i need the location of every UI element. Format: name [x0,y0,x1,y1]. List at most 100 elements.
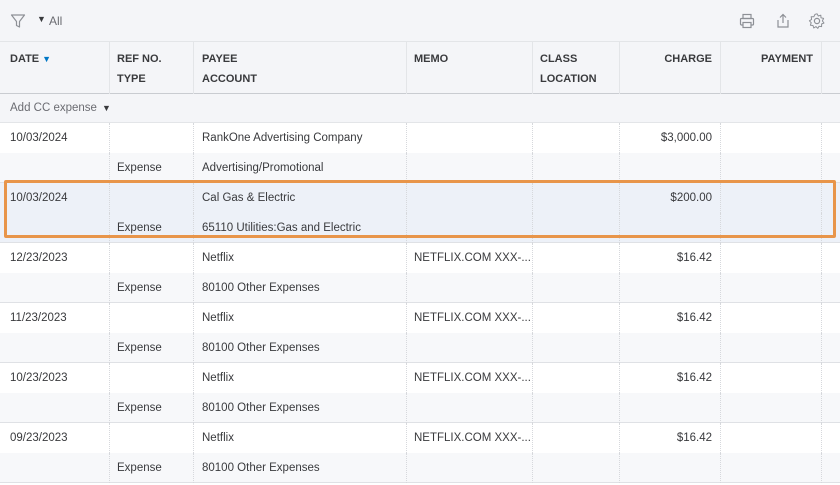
txn-payee: Netflix [194,243,407,273]
txn-location [533,453,620,483]
sort-caret-icon[interactable]: ▼ [42,54,51,64]
table-header: DATE ▼ REF NO. TYPE PAYEE ACCOUNT MEMO CL… [0,42,840,94]
table-row[interactable]: 11/23/2023 Netflix NETFLIX.COM XXX-... $16.… [0,303,840,333]
txn-blank [620,333,721,363]
txn-account: 65110 Utilities:Gas and Electric [194,213,407,243]
column-memo-label: MEMO [414,53,449,65]
txn-ref-no [110,423,194,453]
column-charge-label: CHARGE [664,53,712,65]
txn-charge: $16.42 [620,303,721,333]
txn-payee: Netflix [194,423,407,453]
txn-ref-no [110,303,194,333]
register-toolbar: ▼ All [0,0,840,42]
txn-ref-no [110,123,194,153]
txn-type: Expense [110,213,194,243]
txn-blank [721,153,822,183]
txn-class [533,423,620,453]
column-date-header[interactable]: DATE ▼ [0,42,110,94]
txn-payment [721,243,822,273]
txn-location [533,213,620,243]
add-cc-expense-button[interactable]: Add CC expense [10,102,97,114]
txn-date: 10/03/2024 [0,183,110,213]
print-icon[interactable] [738,12,756,30]
txn-memo: NETFLIX.COM XXX-... [407,363,533,393]
gear-icon[interactable] [808,12,826,30]
txn-blank [620,273,721,303]
column-account-label: ACCOUNT [202,73,257,85]
column-charge-header: CHARGE [620,42,721,94]
txn-blank [620,393,721,423]
txn-date: 12/23/2023 [0,243,110,273]
txn-memo: NETFLIX.COM XXX-... [407,243,533,273]
table-row[interactable]: 12/23/2023 Netflix NETFLIX.COM XXX-... $16.… [0,243,840,273]
txn-type: Expense [110,273,194,303]
txn-payee: Netflix [194,363,407,393]
txn-class [533,243,620,273]
txn-blank [620,153,721,183]
txn-type: Expense [110,333,194,363]
txn-account: 80100 Other Expenses [194,453,407,483]
table-row[interactable]: 10/23/2023 Netflix NETFLIX.COM XXX-... $16.… [0,363,840,393]
txn-ref-no [110,363,194,393]
table-row[interactable]: 09/23/2023 Netflix NETFLIX.COM XXX-... $16.… [0,423,840,453]
column-class-label: CLASS [540,53,578,65]
table-row-detail[interactable]: Expense Advertising/Promotional [0,153,840,183]
txn-blank [407,393,533,423]
table-row[interactable]: 10/03/2024 Cal Gas & Electric $200.00 [0,183,840,213]
filter-caret-icon[interactable]: ▼ [37,14,46,24]
column-location-label: LOCATION [540,73,597,85]
column-payment-header: PAYMENT [721,42,822,94]
txn-blank [407,213,533,243]
txn-location [533,153,620,183]
txn-blank [620,213,721,243]
txn-blank [407,273,533,303]
table-row[interactable]: 10/03/2024 RankOne Advertising Company $3,… [0,123,840,153]
txn-blank [407,453,533,483]
txn-date: 11/23/2023 [0,303,110,333]
export-icon[interactable] [774,12,792,30]
txn-payee: Netflix [194,303,407,333]
txn-account: 80100 Other Expenses [194,393,407,423]
txn-payee: RankOne Advertising Company [194,123,407,153]
txn-payment [721,363,822,393]
txn-blank [721,393,822,423]
txn-payment [721,303,822,333]
table-row-detail[interactable]: Expense 80100 Other Expenses [0,453,840,483]
column-ref-type-header: REF NO. TYPE [110,42,194,94]
table-row-detail[interactable]: Expense 65110 Utilities:Gas and Electric [0,213,840,243]
add-cc-expense-caret-icon[interactable]: ▼ [102,103,111,113]
column-memo-header: MEMO [407,42,533,94]
txn-date: 09/23/2023 [0,423,110,453]
txn-date: 10/23/2023 [0,363,110,393]
txn-payment [721,423,822,453]
add-cc-expense-bar: Add CC expense ▼ [0,94,840,123]
txn-ref-no [110,183,194,213]
txn-blank [0,213,110,243]
txn-charge: $200.00 [620,183,721,213]
txn-type: Expense [110,153,194,183]
column-date-label: DATE [10,53,40,65]
txn-account: Advertising/Promotional [194,153,407,183]
column-ref-no-label: REF NO. [117,53,162,65]
txn-blank [0,333,110,363]
txn-class [533,183,620,213]
txn-blank [407,333,533,363]
table-row-detail[interactable]: Expense 80100 Other Expenses [0,333,840,363]
txn-memo: NETFLIX.COM XXX-... [407,423,533,453]
txn-payment [721,183,822,213]
table-row-detail[interactable]: Expense 80100 Other Expenses [0,393,840,423]
txn-memo [407,123,533,153]
table-row-detail[interactable]: Expense 80100 Other Expenses [0,273,840,303]
txn-payment [721,123,822,153]
txn-charge: $16.42 [620,243,721,273]
txn-blank [0,153,110,183]
filter-funnel-icon[interactable] [10,13,26,29]
column-class-location-header: CLASS LOCATION [533,42,620,94]
txn-charge: $3,000.00 [620,123,721,153]
txn-memo: NETFLIX.COM XXX-... [407,303,533,333]
column-payee-account-header: PAYEE ACCOUNT [194,42,407,94]
txn-date: 10/03/2024 [0,123,110,153]
filter-value[interactable]: All [49,14,62,28]
txn-location [533,273,620,303]
txn-blank [721,213,822,243]
